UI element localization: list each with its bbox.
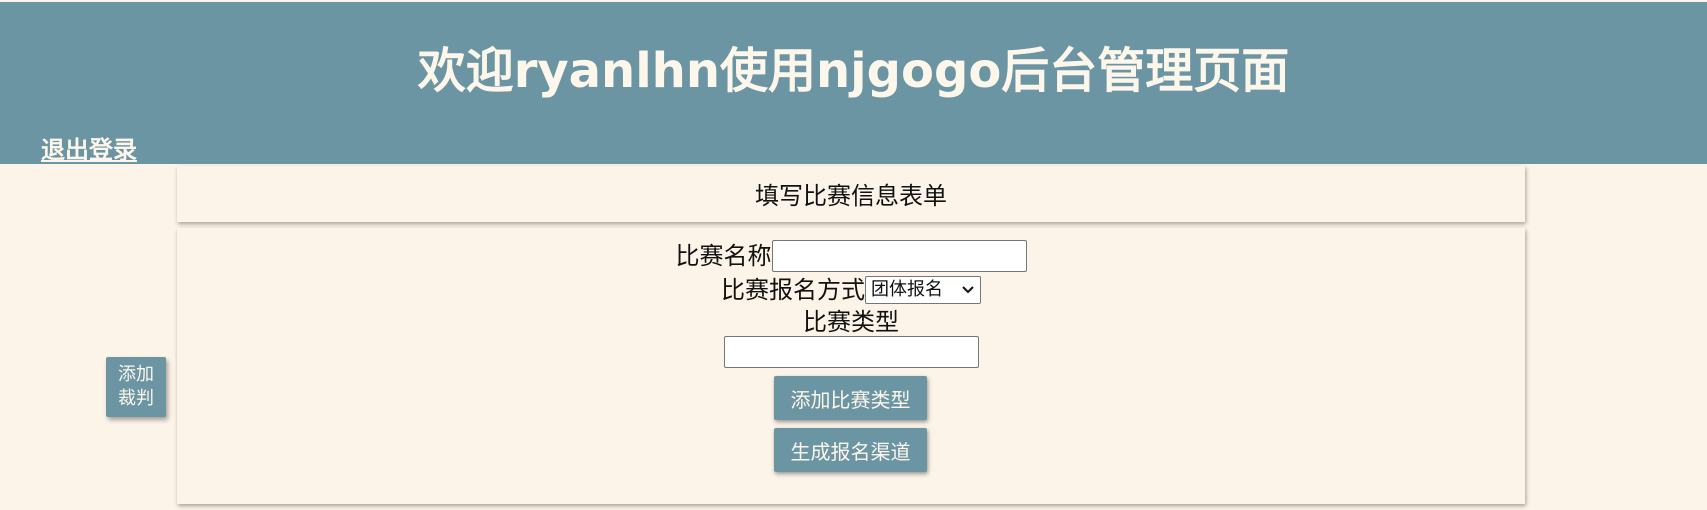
page-title: 欢迎ryanlhn使用njgogo后台管理页面 [417,43,1290,99]
chevron-down-icon [962,277,974,303]
competition-type-label: 比赛类型 [803,308,899,336]
signup-mode-select[interactable]: 团体报名 [865,276,981,304]
competition-type-input[interactable] [723,336,979,368]
page-header: 欢迎ryanlhn使用njgogo后台管理页面 退出登录 [0,2,1707,164]
add-referee-button[interactable]: 添加裁判 [106,357,166,417]
competition-form: 比赛名称 比赛报名方式 团体报名 比赛类型 添加比赛类型 生成报名渠道 [177,228,1525,504]
competition-name-label: 比赛名称 [675,242,772,270]
competition-name-row: 比赛名称 [177,239,1525,272]
form-heading: 填写比赛信息表单 [755,182,947,210]
signup-mode-selected-value: 团体报名 [871,279,943,300]
competition-name-input[interactable] [771,240,1027,272]
generate-signup-channel-button[interactable]: 生成报名渠道 [774,428,927,472]
signup-mode-label: 比赛报名方式 [721,276,865,304]
form-header-panel: 填写比赛信息表单 [177,166,1525,222]
competition-type-row: 比赛类型 [177,305,1525,338]
logout-link[interactable]: 退出登录 [41,133,137,167]
competition-type-input-wrap [177,336,1525,368]
add-competition-type-button[interactable]: 添加比赛类型 [774,376,927,420]
signup-mode-row: 比赛报名方式 团体报名 [177,273,1525,306]
